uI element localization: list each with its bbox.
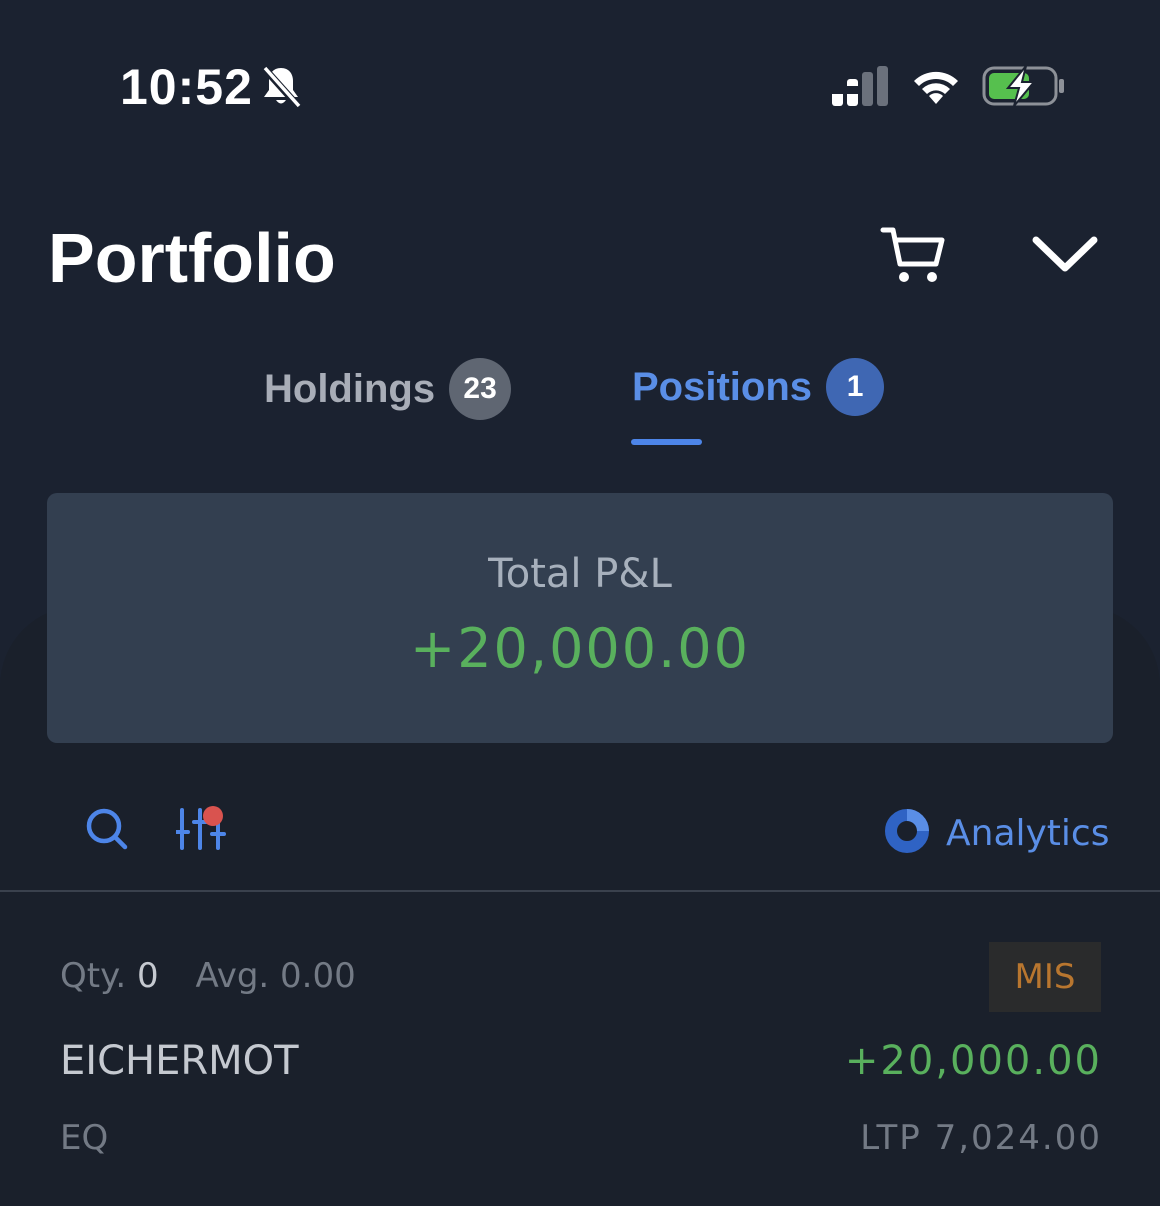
search-icon[interactable] (84, 806, 130, 857)
status-time: 10:52 (120, 59, 253, 115)
position-row[interactable]: Qty. 0 Avg. 0.00 MIS EICHERMOT +20,000.0… (0, 892, 1160, 1200)
signal-icon (830, 66, 892, 113)
product-badge: MIS (989, 942, 1101, 1012)
active-tab-indicator (631, 439, 702, 445)
tab-holdings-count-badge: 23 (449, 358, 512, 420)
position-meta: Qty. 0 Avg. 0.00 (60, 956, 356, 996)
avg-label: Avg. (195, 956, 270, 996)
total-pnl-label: Total P&L (488, 551, 672, 597)
total-pnl-card: Total P&L +20,000.00 (47, 493, 1113, 743)
ltp-value: 7,024.00 (934, 1118, 1102, 1158)
position-segment: EQ (60, 1118, 109, 1158)
battery-charging-icon (982, 64, 1066, 113)
avg-value: 0.00 (280, 956, 356, 996)
tab-positions-label: Positions (632, 364, 813, 409)
chevron-down-icon[interactable] (1030, 232, 1100, 281)
bell-slash-icon (260, 64, 302, 115)
total-pnl-value: +20,000.00 (409, 617, 751, 680)
ltp-label: LTP (860, 1118, 922, 1158)
filter-icon[interactable] (174, 806, 228, 857)
position-pnl: +20,000.00 (844, 1038, 1102, 1084)
analytics-icon (884, 808, 930, 859)
tab-positions-count-badge: 1 (826, 358, 885, 416)
tab-positions[interactable]: Positions 1 (632, 358, 885, 416)
page-title: Portfolio (48, 219, 336, 297)
analytics-label: Analytics (946, 813, 1110, 854)
tab-holdings-label: Holdings (264, 366, 436, 411)
position-ltp: LTP 7,024.00 (860, 1118, 1102, 1158)
analytics-button[interactable]: Analytics (884, 808, 1109, 859)
tab-holdings[interactable]: Holdings 23 (264, 358, 512, 420)
position-symbol: EICHERMOT (60, 1038, 299, 1084)
status-bar: 10:52 (0, 0, 1160, 150)
filter-active-dot (203, 806, 223, 826)
cart-icon[interactable] (880, 224, 946, 291)
wifi-icon (910, 66, 962, 111)
qty-value: 0 (137, 956, 159, 996)
qty-label: Qty. (60, 956, 127, 996)
